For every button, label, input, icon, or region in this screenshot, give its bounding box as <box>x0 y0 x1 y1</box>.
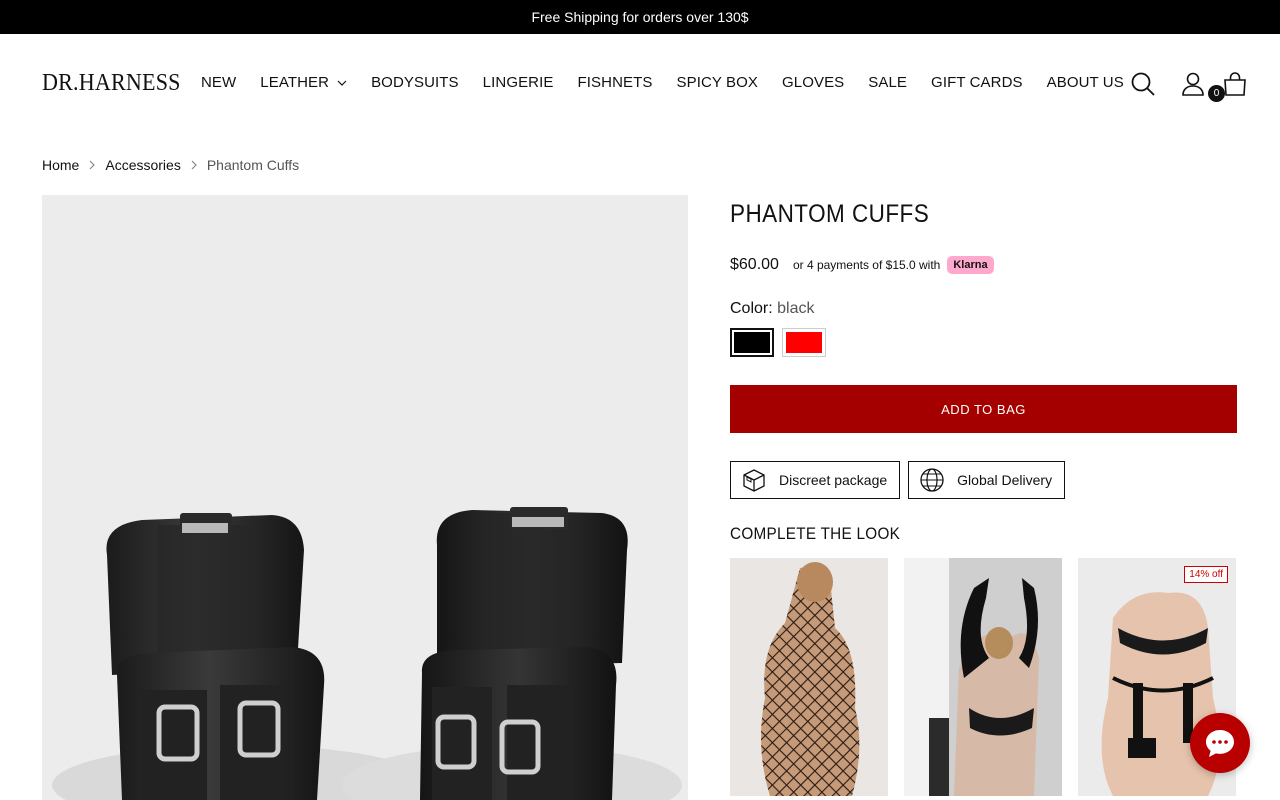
breadcrumb-home[interactable]: Home <box>42 157 79 173</box>
chevron-down-icon <box>337 80 347 86</box>
nav-item-lingerie[interactable]: LINGERIE <box>483 74 554 91</box>
breadcrumb-current: Phantom Cuffs <box>206 157 300 173</box>
chevron-right-icon <box>89 160 96 170</box>
discount-badge: 14% off <box>1184 566 1228 583</box>
nav-item-gloves[interactable]: GLOVES <box>782 74 844 91</box>
globe-icon <box>920 468 944 492</box>
swatch-red[interactable] <box>782 328 826 357</box>
product-title: PHANTOM CUFFS <box>730 200 930 228</box>
color-swatches <box>730 328 834 357</box>
color-value: black <box>777 300 815 317</box>
complete-the-look-heading: COMPLETE THE LOOK <box>730 524 901 543</box>
product-info: PHANTOM CUFFS $60.00 or 4 payments of $1… <box>730 200 1237 796</box>
product-photo <box>52 507 682 800</box>
perk-label: Global Delivery <box>957 472 1053 488</box>
package-icon <box>743 469 765 492</box>
nav-item-fishnets[interactable]: FISHNETS <box>578 74 653 91</box>
nav-item-leather[interactable]: LEATHER <box>260 74 347 91</box>
nav-item-sale[interactable]: SALE <box>868 74 907 91</box>
perk-global-delivery: Global Delivery <box>908 461 1066 499</box>
add-to-bag-button[interactable]: ADD TO BAG <box>730 385 1237 433</box>
price-row: $60.00 or 4 payments of $15.0 with Klarn… <box>730 256 994 274</box>
nav-item-new[interactable]: NEW <box>201 74 236 91</box>
nav-item-spicy-box[interactable]: SPICY BOX <box>676 74 758 91</box>
complete-the-look-list: 14% off <box>730 558 1236 796</box>
announcement-bar: Free Shipping for orders over 130$ <box>0 0 1280 34</box>
swatch-black[interactable] <box>730 328 774 357</box>
product-image[interactable] <box>42 195 688 800</box>
nav-item-gift-cards[interactable]: GIFT CARDS <box>931 74 1023 91</box>
account-icon[interactable] <box>1180 71 1206 97</box>
nav-item-about-us[interactable]: ABOUT US <box>1047 74 1124 91</box>
color-label: Color: black <box>730 300 815 318</box>
brand-logo[interactable]: DR.HARNESS <box>42 70 181 97</box>
cart-count-badge: 0 <box>1208 85 1225 102</box>
announcement-text: Free Shipping for orders over 130$ <box>531 9 749 25</box>
look-item-gloves[interactable] <box>904 558 1062 796</box>
search-icon[interactable] <box>1130 71 1156 97</box>
look-item-fishnet-bodysuit[interactable] <box>730 558 888 796</box>
breadcrumb-accessories[interactable]: Accessories <box>105 157 180 173</box>
look-image <box>904 558 1062 796</box>
product-price: $60.00 <box>730 256 779 273</box>
nav-item-bodysuits[interactable]: BODYSUITS <box>371 74 459 91</box>
color-label-text: Color: <box>730 300 773 317</box>
chat-button[interactable] <box>1190 713 1250 773</box>
perk-label: Discreet package <box>779 472 888 488</box>
perk-discreet-package: Discreet package <box>730 461 901 499</box>
klarna-badge[interactable]: Klarna <box>947 256 994 274</box>
perks-row: Discreet package Global Delivery <box>730 461 1073 499</box>
site-header: DR.HARNESS NEW LEATHER BODYSUITS LINGERI… <box>0 34 1280 134</box>
main-nav: NEW LEATHER BODYSUITS LINGERIE FISHNETS … <box>201 74 1148 91</box>
look-image <box>730 558 888 796</box>
chevron-right-icon <box>191 160 197 170</box>
installment-text: or 4 payments of $15.0 with <box>792 258 941 272</box>
breadcrumb: Home Accessories Phantom Cuffs <box>42 157 299 173</box>
nav-item-leather-label: LEATHER <box>260 74 330 91</box>
chat-icon <box>1206 730 1234 757</box>
cart-icon[interactable] <box>1222 71 1248 97</box>
